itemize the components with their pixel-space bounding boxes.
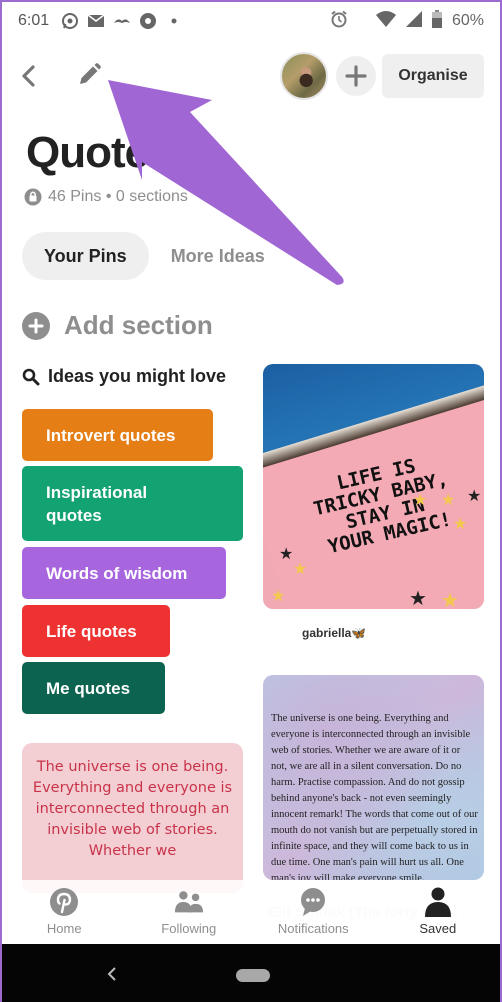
board-tabs: Your Pins More Ideas bbox=[22, 232, 287, 280]
ideas-heading-label: Ideas you might love bbox=[48, 366, 227, 386]
star-icon: ★ bbox=[293, 561, 308, 578]
pin-image[interactable]: LIFE IS TRICKY BABY, STAY IN YOUR MAGIC!… bbox=[263, 364, 484, 609]
organise-button[interactable]: Organise bbox=[382, 54, 484, 98]
chevron-left-icon bbox=[22, 65, 35, 87]
add-section-label: Add section bbox=[64, 310, 213, 340]
add-collaborator-button[interactable] bbox=[336, 56, 376, 96]
lock-icon bbox=[24, 188, 42, 206]
avatar[interactable] bbox=[280, 52, 328, 100]
status-time: 6:01 bbox=[18, 12, 50, 29]
plus-circle-icon bbox=[22, 311, 50, 340]
board-meta: 46 Pins • 0 sections bbox=[24, 188, 188, 206]
battery-icon bbox=[431, 10, 442, 32]
star-icon: ★ bbox=[271, 588, 286, 605]
star-icon: ★ bbox=[279, 546, 294, 563]
tab-more-ideas[interactable]: More Ideas bbox=[149, 232, 287, 280]
search-icon bbox=[22, 368, 40, 385]
battery-percent: 60% bbox=[451, 12, 484, 29]
nav-home-label: Home bbox=[46, 921, 82, 936]
idea-chip[interactable]: Introvert quotes bbox=[22, 409, 213, 461]
idea-chip-label: Life quotes bbox=[46, 621, 137, 641]
star-icon: ★ bbox=[413, 492, 428, 509]
pencil-icon bbox=[80, 63, 101, 84]
people-icon bbox=[174, 887, 204, 917]
board-stats: 46 Pins • 0 sections bbox=[48, 188, 188, 205]
system-home-button[interactable] bbox=[236, 969, 270, 982]
star-icon: ★ bbox=[453, 516, 468, 533]
chat-bubble-icon bbox=[298, 887, 328, 917]
nav-saved[interactable]: Saved bbox=[376, 880, 501, 944]
alarm-icon bbox=[330, 10, 348, 32]
nav-home[interactable]: Home bbox=[2, 880, 127, 944]
back-button[interactable] bbox=[18, 64, 40, 88]
pin-image[interactable]: The universe is one being. Everything an… bbox=[22, 743, 243, 893]
edit-board-button[interactable] bbox=[76, 62, 102, 88]
ideas-heading: Ideas you might love bbox=[22, 366, 226, 387]
idea-chip[interactable]: Words of wisdom bbox=[22, 547, 226, 599]
add-section-button[interactable]: Add section bbox=[22, 310, 213, 341]
star-icon: ★ bbox=[409, 588, 427, 609]
pinterest-icon bbox=[49, 887, 79, 917]
star-icon: ★ bbox=[441, 492, 456, 509]
person-icon bbox=[423, 887, 453, 917]
idea-chip-label: Me quotes bbox=[46, 678, 131, 698]
whatsapp-icon bbox=[61, 12, 79, 30]
pin-image-text: The universe is one being. Everything an… bbox=[32, 759, 233, 859]
pin-caption[interactable]: gabriella🦋 bbox=[302, 626, 366, 640]
mustache-icon bbox=[113, 12, 131, 30]
pin-image-text: The universe is one being. Everything an… bbox=[271, 713, 478, 880]
idea-chip-label: Inspirational quotes bbox=[46, 482, 148, 525]
idea-chip[interactable]: Inspirational quotes bbox=[22, 466, 243, 541]
aperture-icon bbox=[139, 12, 157, 30]
mail-icon bbox=[87, 12, 105, 30]
idea-chip-label: Words of wisdom bbox=[46, 563, 188, 583]
star-icon: ★ bbox=[467, 488, 482, 505]
bottom-navigation: Home Following Notifications Saved bbox=[2, 880, 500, 944]
idea-chip[interactable]: Life quotes bbox=[22, 605, 170, 657]
signal-icon bbox=[405, 11, 422, 31]
pin-image[interactable]: The universe is one being. Everything an… bbox=[263, 675, 484, 880]
board-toolbar: Organise bbox=[2, 50, 500, 102]
nav-following-label: Following bbox=[161, 921, 217, 936]
idea-chip-label: Introvert quotes bbox=[46, 425, 176, 445]
chevron-left-icon bbox=[107, 967, 116, 981]
star-icon: ★ bbox=[441, 590, 459, 609]
plus-icon bbox=[345, 65, 367, 87]
system-navigation-bar bbox=[2, 944, 500, 1002]
nav-following[interactable]: Following bbox=[127, 880, 252, 944]
nav-notifications-label: Notifications bbox=[277, 921, 349, 936]
dot-icon bbox=[165, 12, 183, 30]
tab-your-pins[interactable]: Your Pins bbox=[22, 232, 149, 280]
board-title: Quotes bbox=[26, 128, 173, 177]
system-back-button[interactable] bbox=[106, 966, 118, 982]
idea-chip[interactable]: Me quotes bbox=[22, 662, 165, 714]
nav-saved-label: Saved bbox=[419, 921, 457, 936]
wifi-icon bbox=[375, 11, 396, 31]
status-bar: 6:01 60% bbox=[2, 2, 500, 40]
nav-notifications[interactable]: Notifications bbox=[251, 880, 376, 944]
